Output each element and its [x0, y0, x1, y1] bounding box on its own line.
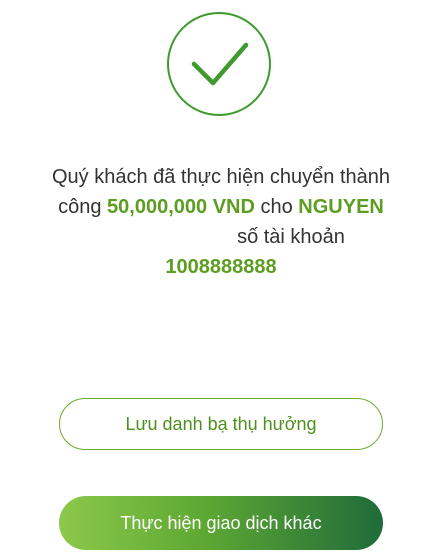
account-label-text: số tài khoản	[237, 226, 345, 248]
new-transaction-button[interactable]: Thực hiện giao dịch khác	[59, 496, 383, 550]
confirmation-message-line1: Quý khách đã thực hiện chuyển thành	[51, 166, 391, 188]
checkmark-icon	[191, 42, 249, 86]
recipient-name: NGUYEN	[298, 196, 384, 218]
save-beneficiary-button[interactable]: Lưu danh bạ thụ hưởng	[59, 398, 383, 450]
transfer-amount: 50,000,000 VND	[107, 196, 255, 218]
message-connector: cho	[254, 196, 299, 218]
account-label: số tài khoản	[20, 222, 422, 252]
save-beneficiary-label: Lưu danh bạ thụ hưởng	[125, 413, 317, 434]
account-number-line: 1008888888	[20, 252, 422, 282]
new-transaction-label: Thực hiện giao dịch khác	[120, 512, 322, 533]
message-prefix: công	[58, 196, 108, 218]
confirmation-message-line2: công 50,000,000 VND cho NGUYEN	[20, 192, 422, 222]
account-number: 1008888888	[165, 256, 277, 278]
success-check-icon	[167, 12, 271, 116]
